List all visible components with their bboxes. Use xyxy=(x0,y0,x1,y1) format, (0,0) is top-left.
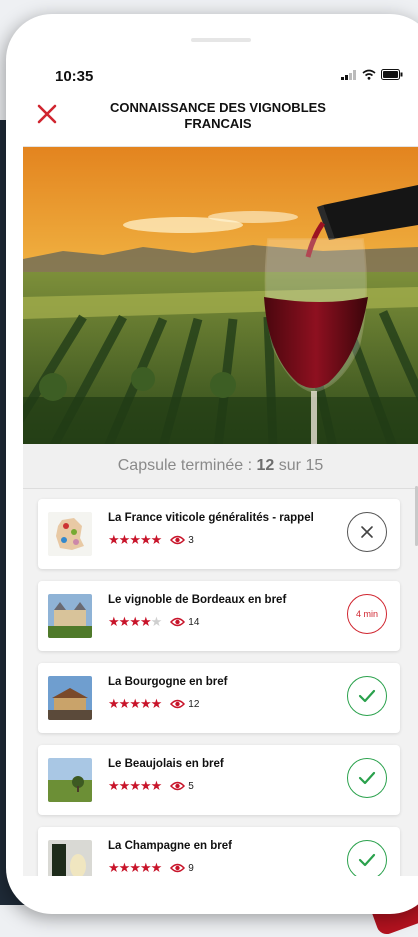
item-thumbnail xyxy=(48,512,92,556)
star-icon: ★ xyxy=(129,696,141,711)
rating-stars: ★ ★ ★ ★ ★ xyxy=(108,532,163,548)
item-meta: ★ ★ ★ ★ ★ 14 xyxy=(108,614,199,630)
rating-stars: ★ ★ ★ ★ ★ xyxy=(108,696,163,712)
phone-frame: 10:35 CONNAISSANCE DES VIGNOBLES FRANCAI… xyxy=(6,14,418,914)
eye-icon xyxy=(170,781,186,791)
list-item[interactable]: Le Beaujolais en bref ★ ★ ★ ★ ★ 5 xyxy=(38,745,400,815)
rating-stars: ★ ★ ★ ★ ★ xyxy=(108,778,163,794)
phone-speaker xyxy=(191,38,251,42)
check-icon xyxy=(358,771,376,785)
star-icon: ★ xyxy=(129,778,141,793)
page-title: CONNAISSANCE DES VIGNOBLES FRANCAIS xyxy=(110,100,326,131)
view-count: 3 xyxy=(188,534,194,546)
close-icon[interactable] xyxy=(34,101,60,127)
progress-total: 15 xyxy=(305,457,324,474)
star-icon: ★ xyxy=(108,614,120,629)
completed-button[interactable] xyxy=(347,676,387,716)
item-title: Le vignoble de Bordeaux en bref xyxy=(108,594,287,606)
star-icon: ★ xyxy=(139,860,152,875)
star-icon: ★ xyxy=(139,532,152,547)
view-count: 14 xyxy=(188,616,200,628)
eye-icon xyxy=(170,863,186,873)
progress-mid: sur xyxy=(278,457,301,474)
view-count: 12 xyxy=(188,698,200,710)
star-icon: ★ xyxy=(108,532,120,547)
duration-button[interactable]: 4 min xyxy=(347,594,387,634)
star-icon: ★ xyxy=(150,532,163,547)
item-thumbnail xyxy=(48,676,92,720)
star-icon: ★ xyxy=(118,532,131,547)
signal-icon xyxy=(341,69,356,80)
star-icon: ★ xyxy=(129,860,141,875)
list-item[interactable]: La France viticole généralités - rappel … xyxy=(38,499,400,569)
star-icon: ★ xyxy=(118,860,131,875)
wifi-icon xyxy=(362,69,376,80)
hero-image xyxy=(23,147,418,444)
item-meta: ★ ★ ★ ★ ★ 3 xyxy=(108,532,194,548)
app-header: CONNAISSANCE DES VIGNOBLES FRANCAIS xyxy=(23,96,418,147)
star-icon: ★ xyxy=(150,860,163,875)
battery-icon xyxy=(381,69,403,80)
star-icon: ★ xyxy=(150,614,163,629)
eye-icon xyxy=(170,535,186,545)
star-icon: ★ xyxy=(150,778,163,793)
completed-button[interactable] xyxy=(347,758,387,798)
rating-stars: ★ ★ ★ ★ ★ xyxy=(108,860,163,876)
star-icon: ★ xyxy=(150,696,163,711)
close-button[interactable] xyxy=(347,512,387,552)
star-icon: ★ xyxy=(108,696,120,711)
item-thumbnail xyxy=(48,840,92,876)
star-icon: ★ xyxy=(118,778,131,793)
star-icon: ★ xyxy=(139,696,152,711)
item-title: La France viticole généralités - rappel xyxy=(108,512,314,524)
item-title: Le Beaujolais en bref xyxy=(108,758,224,770)
star-icon: ★ xyxy=(129,532,141,547)
rating-stars: ★ ★ ★ ★ ★ xyxy=(108,614,163,630)
check-icon xyxy=(358,853,376,867)
star-icon: ★ xyxy=(108,860,120,875)
close-icon xyxy=(361,526,373,538)
progress-prefix: Capsule terminée : xyxy=(117,457,253,474)
item-thumbnail xyxy=(48,594,92,638)
progress-done: 12 xyxy=(256,457,275,474)
capsule-progress: Capsule terminée : 12 sur 15 xyxy=(23,444,418,489)
star-icon: ★ xyxy=(118,696,131,711)
item-meta: ★ ★ ★ ★ ★ 12 xyxy=(108,696,199,712)
eye-icon xyxy=(170,699,186,709)
item-meta: ★ ★ ★ ★ ★ 9 xyxy=(108,860,194,876)
check-icon xyxy=(358,689,376,703)
star-icon: ★ xyxy=(118,614,131,629)
completed-button[interactable] xyxy=(347,840,387,876)
duration-label: 4 min xyxy=(355,609,378,619)
item-thumbnail xyxy=(48,758,92,802)
app-screen: 10:35 CONNAISSANCE DES VIGNOBLES FRANCAI… xyxy=(23,56,418,876)
list-item[interactable]: La Bourgogne en bref ★ ★ ★ ★ ★ 12 xyxy=(38,663,400,733)
list-item[interactable]: La Champagne en bref ★ ★ ★ ★ ★ 9 xyxy=(38,827,400,876)
capsule-list: La France viticole généralités - rappel … xyxy=(23,489,418,876)
star-icon: ★ xyxy=(129,614,141,629)
list-item[interactable]: Le vignoble de Bordeaux en bref ★ ★ ★ ★ ★ 14… xyxy=(38,581,400,651)
status-time: 10:35 xyxy=(55,68,94,85)
view-count: 9 xyxy=(188,862,194,874)
item-title: La Bourgogne en bref xyxy=(108,676,228,688)
star-icon: ★ xyxy=(108,778,120,793)
item-meta: ★ ★ ★ ★ ★ 5 xyxy=(108,778,194,794)
star-icon: ★ xyxy=(139,778,152,793)
view-count: 5 xyxy=(188,780,194,792)
star-icon: ★ xyxy=(139,614,152,629)
status-icons xyxy=(341,69,403,80)
eye-icon xyxy=(170,617,186,627)
status-bar: 10:35 xyxy=(23,56,418,96)
item-title: La Champagne en bref xyxy=(108,840,232,852)
